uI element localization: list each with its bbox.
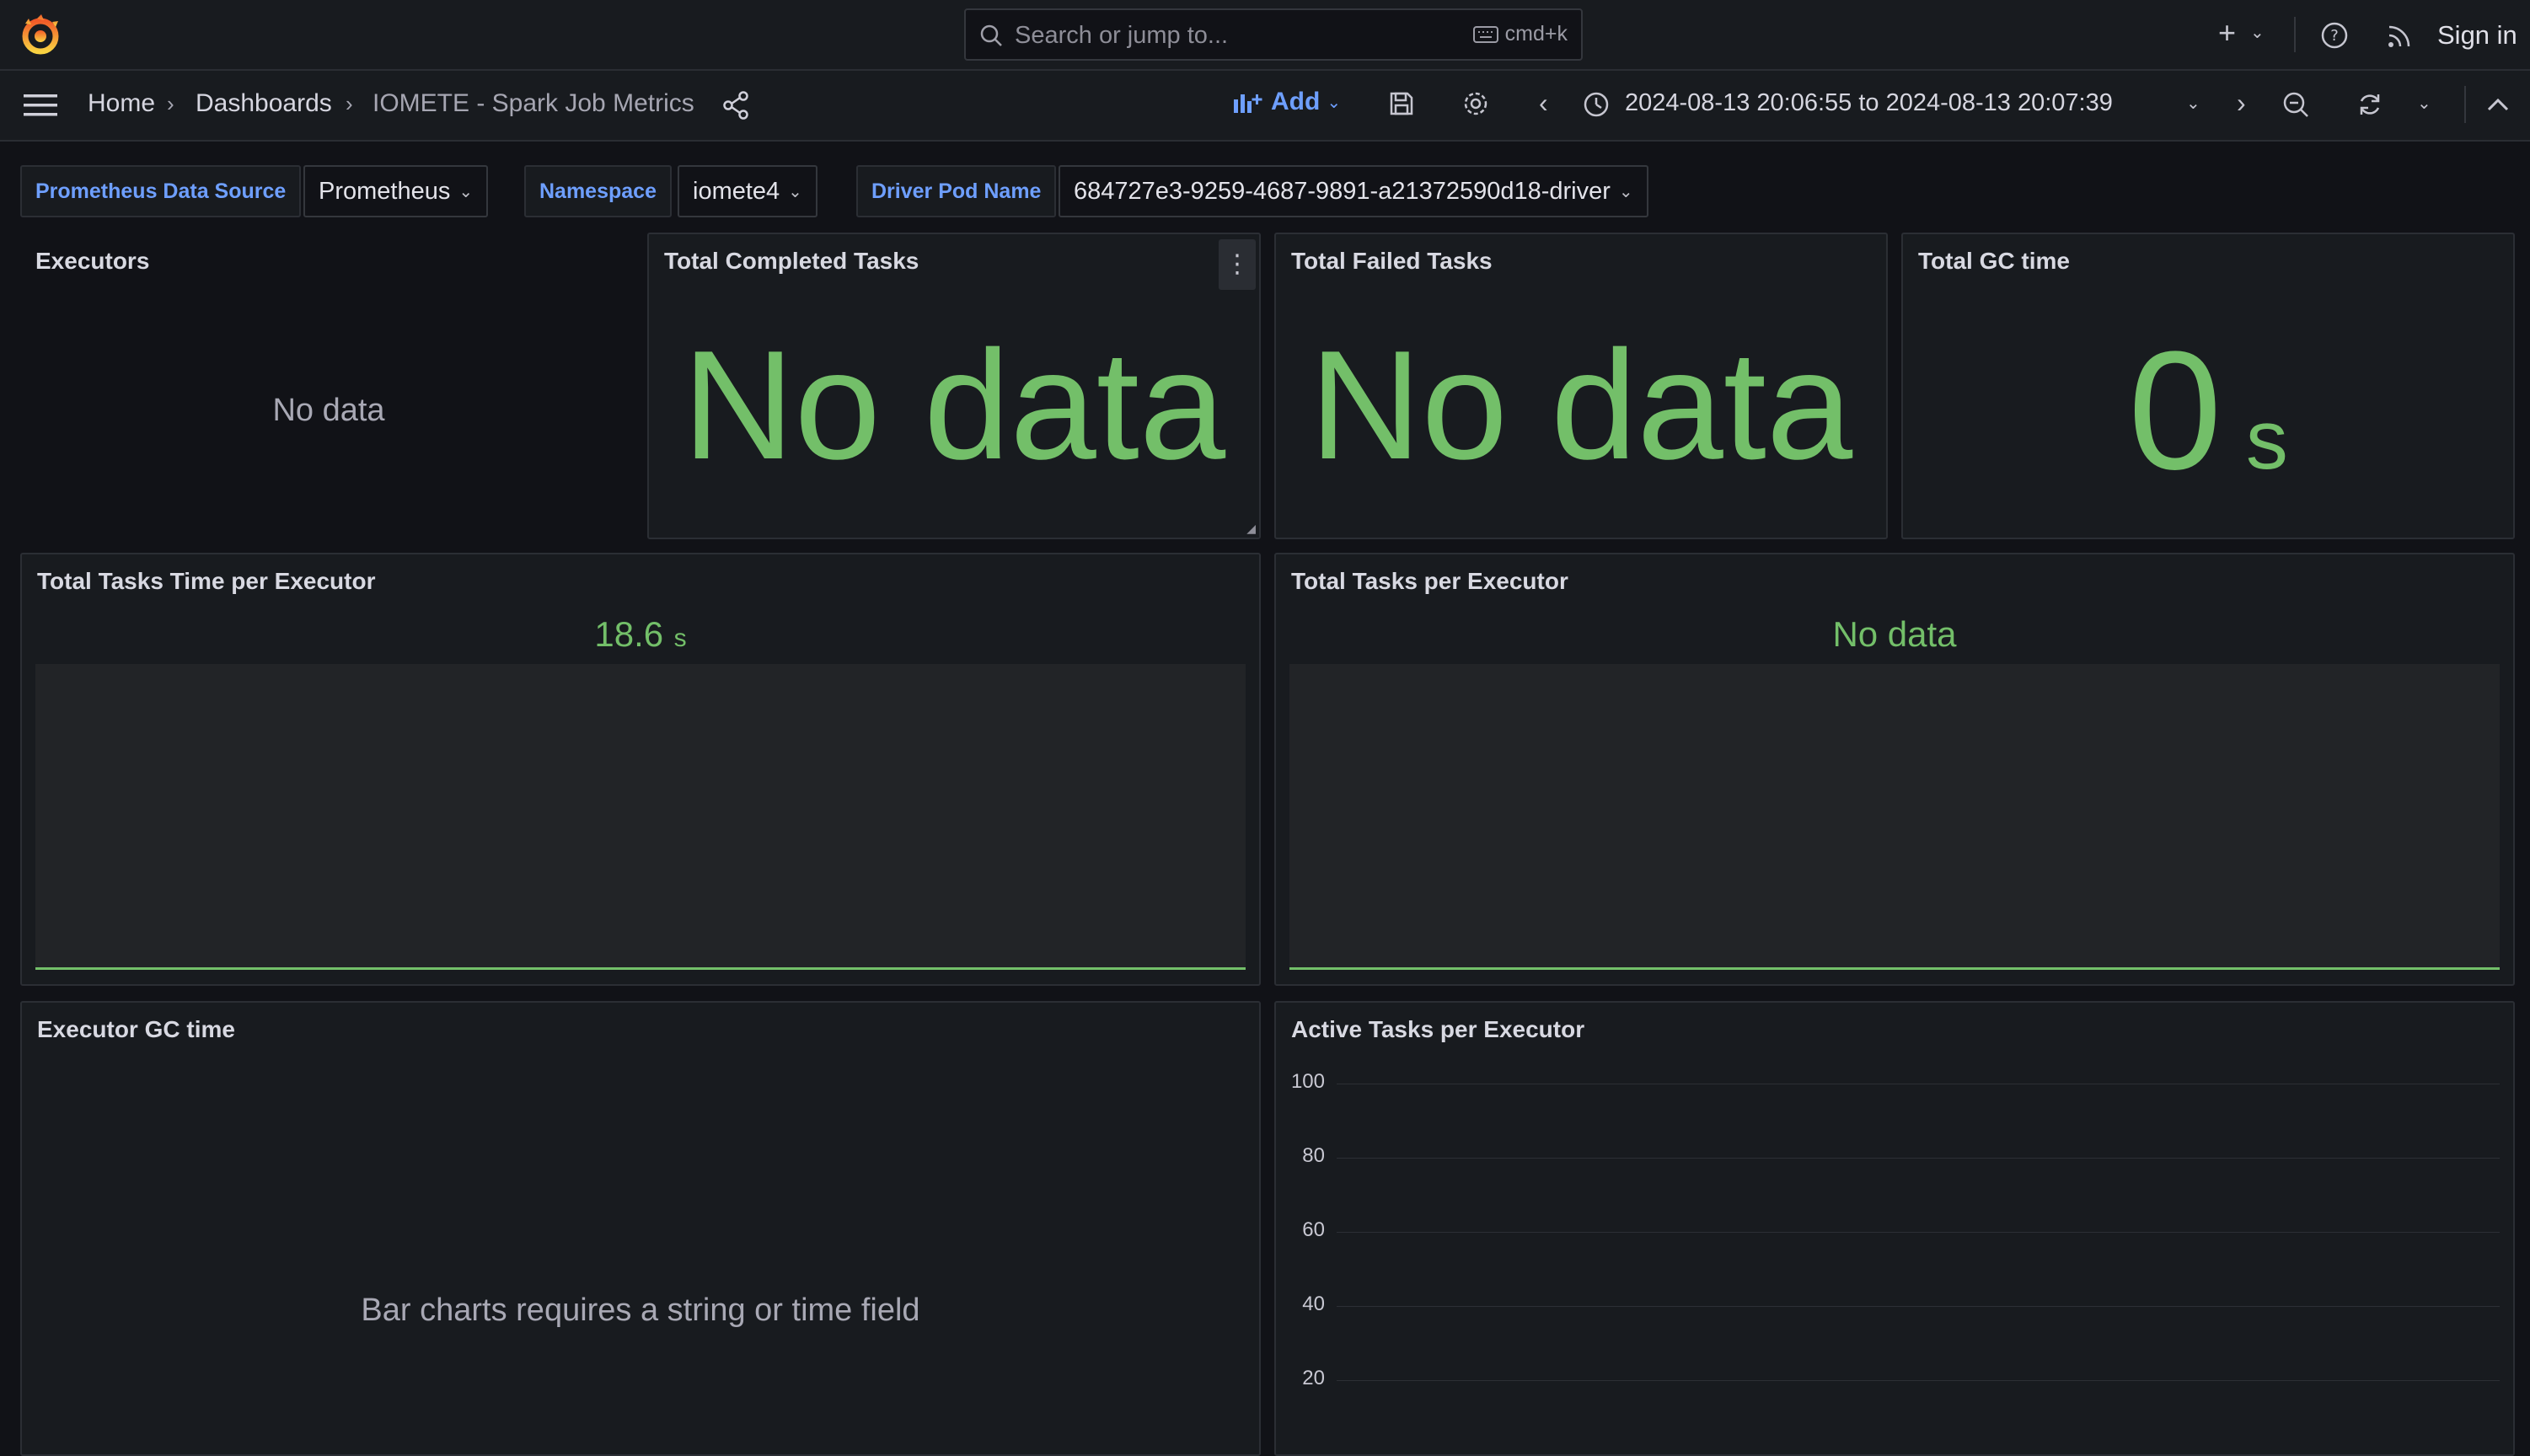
help-icon[interactable]: ? bbox=[2321, 22, 2348, 49]
gridline bbox=[1337, 1306, 2500, 1307]
panel-executors[interactable]: Executors No data bbox=[20, 233, 644, 539]
y-axis-tick: 20 bbox=[1302, 1367, 1325, 1389]
refresh-interval-chevron-down-icon[interactable]: ⌄ bbox=[2417, 93, 2431, 114]
new-plus-icon[interactable]: + bbox=[2218, 15, 2236, 51]
gridline bbox=[1337, 1232, 2500, 1233]
time-shift-back-icon[interactable]: ‹ bbox=[1539, 88, 1548, 119]
breadcrumb-separator-icon: › bbox=[167, 91, 174, 116]
variable-label-datasource: Prometheus Data Source bbox=[20, 165, 302, 217]
variable-select-datasource[interactable]: Prometheus ⌄ bbox=[303, 165, 489, 217]
y-axis-tick: 60 bbox=[1302, 1218, 1325, 1241]
time-range-picker[interactable]: 2024-08-13 20:06:55 to 2024-08-13 20:07:… bbox=[1625, 89, 2113, 117]
panel-title: Executor GC time bbox=[37, 1016, 235, 1042]
time-shift-forward-icon[interactable]: › bbox=[2237, 88, 2246, 119]
variable-select-namespace[interactable]: iomete4 ⌄ bbox=[678, 165, 817, 217]
stat-value: 18.6 bbox=[594, 614, 664, 654]
add-chevron-down-icon: ⌄ bbox=[1327, 93, 1342, 112]
panel-executor-gc-time[interactable]: Executor GC time Bar charts requires a s… bbox=[20, 1001, 1261, 1456]
search-icon bbox=[980, 24, 1002, 46]
panel-total-tasks-per-executor[interactable]: Total Tasks per Executor No data bbox=[1274, 553, 2515, 986]
gridline bbox=[1337, 1158, 2500, 1159]
divider bbox=[2464, 86, 2466, 123]
gridline bbox=[1337, 1380, 2500, 1381]
breadcrumb-home[interactable]: Home bbox=[88, 89, 155, 118]
panel-active-tasks-per-executor[interactable]: Active Tasks per Executor 100 80 60 40 2… bbox=[1274, 1001, 2515, 1456]
svg-text:?: ? bbox=[2330, 27, 2339, 45]
keyboard-icon bbox=[1472, 25, 1498, 43]
variable-value-namespace: iomete4 bbox=[693, 177, 780, 205]
chevron-down-icon: ⌄ bbox=[458, 182, 474, 201]
search-shortcut: cmd+k bbox=[1472, 22, 1568, 46]
sign-in-link[interactable]: Sign in bbox=[2437, 20, 2517, 51]
stat-value: 0 bbox=[2128, 317, 2222, 505]
clock-icon bbox=[1584, 92, 1609, 117]
collapse-chevron-up-icon[interactable] bbox=[2486, 96, 2510, 113]
y-axis-tick: 40 bbox=[1302, 1293, 1325, 1315]
search-placeholder: Search or jump to... bbox=[1015, 22, 1229, 49]
variable-value-driver-pod: 684727e3-9259-4687-9891-a21372590d18-dri… bbox=[1074, 177, 1611, 205]
menu-hamburger-icon[interactable] bbox=[24, 93, 57, 118]
sparkline-area bbox=[1289, 664, 2500, 967]
sparkline bbox=[1289, 967, 2500, 970]
breadcrumb-dashboards[interactable]: Dashboards bbox=[196, 89, 332, 118]
panel-error-message: Bar charts requires a string or time fie… bbox=[361, 1293, 920, 1328]
add-panel-icon bbox=[1234, 94, 1262, 113]
zoom-out-icon[interactable] bbox=[2282, 91, 2309, 118]
panel-title: Total Tasks per Executor bbox=[1291, 568, 1568, 594]
stat-value: No data bbox=[682, 318, 1226, 491]
panel-title: Active Tasks per Executor bbox=[1291, 1016, 1585, 1042]
new-chevron-down-icon[interactable]: ⌄ bbox=[2250, 22, 2265, 43]
panel-title: Total Tasks Time per Executor bbox=[37, 568, 376, 594]
stat-value-group: 0 s bbox=[1903, 327, 2513, 495]
panel-total-completed-tasks[interactable]: Total Completed Tasks ⋮ No data ◢ bbox=[647, 233, 1261, 539]
add-button[interactable]: Add ⌄ bbox=[1232, 88, 1341, 116]
y-axis-tick: 100 bbox=[1290, 1070, 1325, 1093]
divider bbox=[2294, 17, 2296, 52]
panel-title: Total GC time bbox=[1918, 248, 2070, 274]
stat-unit: s bbox=[2245, 393, 2288, 487]
save-icon[interactable] bbox=[1389, 91, 1414, 116]
stat-value: No data bbox=[1309, 318, 1853, 491]
stat-unit: s bbox=[673, 624, 687, 652]
panel-menu-kebab-icon[interactable]: ⋮ bbox=[1219, 239, 1256, 290]
stat-value-group: 18.6 s bbox=[22, 617, 1259, 652]
search-input[interactable]: Search or jump to... cmd+k bbox=[964, 8, 1583, 61]
variable-label-driver-pod: Driver Pod Name bbox=[856, 165, 1057, 217]
panel-total-gc-time[interactable]: Total GC time 0 s bbox=[1901, 233, 2515, 539]
panel-title: Executors bbox=[35, 248, 150, 274]
share-icon[interactable] bbox=[721, 91, 750, 120]
variable-select-driver-pod[interactable]: 684727e3-9259-4687-9891-a21372590d18-dri… bbox=[1059, 165, 1648, 217]
chevron-down-icon: ⌄ bbox=[788, 182, 802, 201]
stat-value: No data bbox=[1832, 614, 1957, 654]
panel-total-failed-tasks[interactable]: Total Failed Tasks No data bbox=[1274, 233, 1888, 539]
time-range-chevron-down-icon[interactable]: ⌄ bbox=[2186, 93, 2200, 114]
sparkline bbox=[35, 967, 1246, 970]
top-bar: Search or jump to... cmd+k + ⌄ ? Sign in bbox=[0, 0, 2530, 71]
no-data-text: No data bbox=[272, 393, 385, 428]
settings-gear-icon[interactable] bbox=[1461, 89, 1490, 118]
refresh-icon[interactable] bbox=[2356, 91, 2383, 118]
y-axis-tick: 80 bbox=[1302, 1144, 1325, 1167]
panel-title: Total Completed Tasks bbox=[664, 248, 919, 274]
breadcrumb-separator-icon: › bbox=[346, 91, 353, 116]
news-rss-icon[interactable] bbox=[2387, 24, 2412, 49]
breadcrumb-current: IOMETE - Spark Job Metrics bbox=[373, 89, 694, 117]
chevron-down-icon: ⌄ bbox=[1618, 182, 1633, 201]
variable-value-datasource: Prometheus bbox=[319, 177, 451, 205]
sparkline-area bbox=[35, 664, 1246, 967]
search-shortcut-label: cmd+k bbox=[1504, 22, 1568, 46]
variable-label-namespace: Namespace bbox=[524, 165, 672, 217]
panel-total-tasks-time-per-executor[interactable]: Total Tasks Time per Executor 18.6 s bbox=[20, 553, 1261, 986]
resize-handle-icon[interactable]: ◢ bbox=[1246, 522, 1256, 536]
grafana-logo-icon[interactable] bbox=[19, 13, 62, 57]
panel-title: Total Failed Tasks bbox=[1291, 248, 1493, 274]
add-button-label: Add bbox=[1271, 88, 1321, 115]
